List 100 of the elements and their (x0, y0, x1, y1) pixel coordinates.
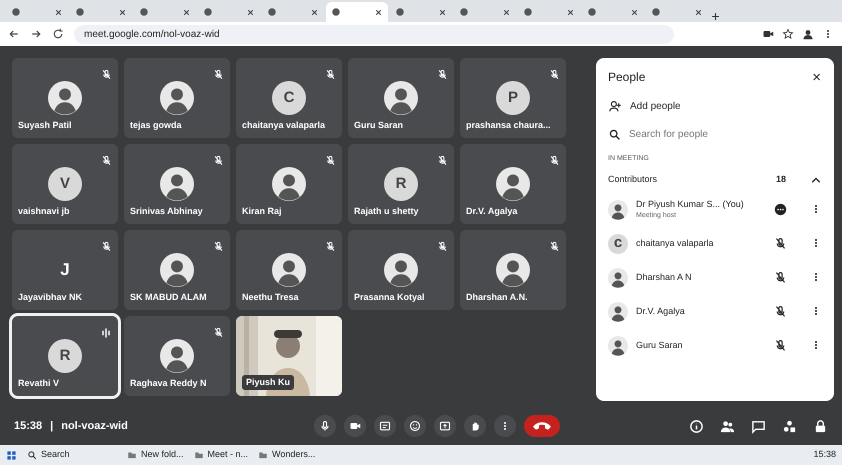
avatar: V (48, 167, 82, 201)
close-icon[interactable] (182, 8, 191, 16)
more-options-button[interactable] (494, 415, 516, 437)
reaction-button[interactable] (404, 415, 426, 437)
panel-title: People (608, 69, 646, 86)
avatar-silhouette-icon (384, 253, 418, 287)
leave-call-button[interactable] (524, 415, 560, 437)
more-options-icon[interactable] (774, 203, 787, 216)
new-tab-icon[interactable] (710, 11, 721, 22)
close-icon[interactable] (566, 8, 575, 16)
back-icon[interactable] (8, 28, 20, 40)
avatar: C (272, 81, 306, 115)
participant-name: Guru Saran (636, 338, 684, 352)
raise-hand-button[interactable] (464, 415, 486, 437)
taskbar-item[interactable]: New fold... (127, 448, 184, 462)
mic-off-icon (213, 155, 224, 166)
taskbar-item[interactable]: Meet - n... (194, 448, 248, 462)
mic-off-icon (437, 241, 448, 252)
participant-name: vaishnavi jb (18, 204, 70, 218)
participant-name: Suyash Patil (18, 118, 72, 132)
mic-off-icon (101, 69, 112, 80)
participant-name: Dr.V. Agalya (466, 204, 518, 218)
address-bar[interactable]: meet.google.com/nol-voaz-wid (74, 24, 674, 44)
meeting-code: nol-voaz-wid (61, 418, 128, 434)
participant-name: Guru Saran (354, 118, 404, 132)
mic-off-icon (549, 241, 560, 252)
participant-name: chaitanya valaparla (242, 118, 326, 132)
favicon-icon (267, 7, 277, 17)
mic-icon (319, 420, 331, 432)
close-icon[interactable] (246, 8, 255, 16)
camera-button[interactable] (344, 415, 366, 437)
close-icon[interactable] (502, 8, 511, 16)
captions-button[interactable] (374, 415, 396, 437)
favicon-icon (139, 7, 149, 17)
close-button[interactable]: × (811, 68, 822, 86)
mic-off-icon (325, 155, 336, 166)
participant-name: Raghava Reddy N (130, 376, 207, 390)
avatar-silhouette-icon (496, 253, 530, 287)
camera-icon[interactable] (762, 28, 774, 40)
avatar-silhouette-icon (608, 268, 628, 288)
info-icon[interactable] (689, 418, 704, 434)
participant-name: Dr Piyush Kumar S... (You) (636, 198, 745, 211)
participant-name: Jayavibhav NK (18, 290, 82, 304)
avatar-silhouette-icon (608, 302, 628, 322)
microphone-button[interactable] (314, 415, 336, 437)
avatar-initial: J (59, 259, 71, 282)
add-people-button[interactable]: Add people (608, 98, 822, 115)
browser-tab[interactable] (326, 2, 388, 22)
taskbar-clock: 15:38 (813, 448, 836, 462)
cc-icon (379, 420, 391, 432)
host-controls-icon[interactable] (813, 418, 828, 434)
close-icon[interactable] (630, 8, 639, 16)
avatar-silhouette-icon (384, 81, 418, 115)
avatar-silhouette-icon (160, 253, 194, 287)
mic-off-icon (549, 69, 560, 80)
taskbar-search[interactable]: Search (27, 448, 117, 462)
avatar-silhouette-icon (272, 253, 306, 287)
close-icon[interactable] (374, 8, 383, 16)
participant-name: Prasanna Kotyal (354, 290, 425, 304)
avatar-silhouette-icon (496, 167, 530, 201)
separator: | (50, 418, 54, 434)
mic-off-icon (213, 327, 224, 338)
participant-count: 18 (776, 172, 786, 186)
mic-off-icon (437, 69, 448, 80)
avatar: c (608, 234, 628, 254)
mic-off-icon (101, 241, 112, 252)
favicon-icon (395, 7, 405, 17)
profile-icon[interactable] (802, 28, 814, 40)
participant-name: Dharshan A N (636, 270, 693, 284)
close-icon[interactable] (118, 8, 127, 16)
avatar-silhouette-icon (160, 167, 194, 201)
favicon-icon (523, 7, 533, 17)
participant-name: Neethu Tresa (242, 290, 299, 304)
activities-icon[interactable] (782, 418, 797, 434)
mic-off-icon (325, 241, 336, 252)
close-icon[interactable] (54, 8, 63, 16)
favicon-icon (203, 7, 213, 17)
chat-icon[interactable] (751, 418, 766, 434)
present-button[interactable] (434, 415, 456, 437)
close-icon[interactable] (694, 8, 703, 16)
bookmark-star-icon[interactable] (782, 28, 794, 40)
start-icon[interactable] (6, 450, 17, 460)
participant-name: Dr.V. Agalya (636, 304, 686, 318)
reload-icon[interactable] (52, 28, 64, 40)
present-icon (439, 420, 451, 432)
favicon-icon (459, 7, 469, 17)
mic-off-icon (213, 241, 224, 252)
avatar-silhouette-icon (160, 81, 194, 115)
close-icon[interactable] (438, 8, 447, 16)
avatar: R (384, 167, 418, 201)
participant-name: Kiran Raj (242, 204, 282, 218)
participant-name: chaitanya valaparla (636, 236, 715, 250)
taskbar-item[interactable]: Wonders... (258, 448, 316, 462)
clock-time: 15:38 (14, 418, 42, 434)
close-icon[interactable] (310, 8, 319, 16)
forward-icon[interactable] (30, 28, 42, 40)
favicon-icon (75, 7, 85, 17)
participant-name: SK MABUD ALAM (130, 290, 207, 304)
people-icon[interactable] (720, 418, 735, 434)
avatar-silhouette-icon (160, 339, 194, 373)
